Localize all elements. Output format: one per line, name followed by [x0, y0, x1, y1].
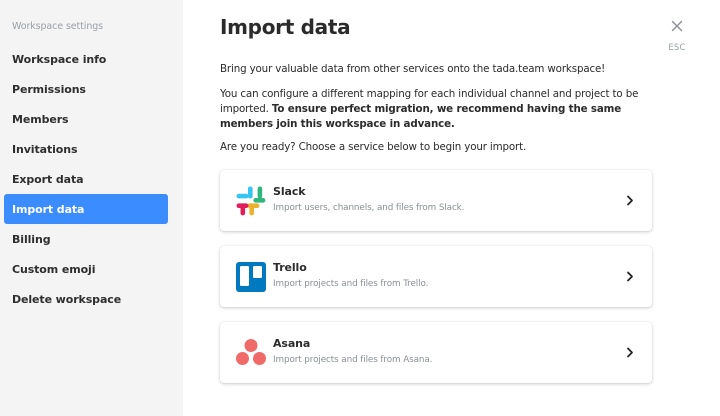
page-title: Import data — [220, 15, 351, 39]
trello-icon — [236, 262, 266, 292]
service-description: Import projects and files from Trello. — [273, 279, 429, 289]
sidebar-item-invitations[interactable]: Invitations — [4, 134, 168, 164]
import-service-asana[interactable]: Asana Import projects and files from Asa… — [220, 322, 652, 383]
service-name: Slack — [273, 185, 306, 198]
import-service-slack[interactable]: Slack Import users, channels, and files … — [220, 170, 652, 231]
sidebar-item-export-data[interactable]: Export data — [4, 164, 168, 194]
close-button[interactable]: ESC — [666, 14, 688, 58]
mapping-text: You can configure a different mapping fo… — [220, 87, 652, 132]
slack-icon — [236, 186, 266, 216]
sidebar-heading: Workspace settings — [12, 21, 104, 32]
chevron-right-icon — [627, 271, 633, 282]
sidebar-item-permissions[interactable]: Permissions — [4, 74, 168, 104]
chevron-right-icon — [627, 347, 633, 358]
sidebar-item-workspace-info[interactable]: Workspace info — [4, 44, 168, 74]
sidebar-item-custom-emoji[interactable]: Custom emoji — [4, 254, 168, 284]
esc-label: ESC — [668, 43, 686, 53]
import-service-trello[interactable]: Trello Import projects and files from Tr… — [220, 246, 652, 307]
intro-text: Bring your valuable data from other serv… — [220, 63, 606, 75]
service-description: Import users, channels, and files from S… — [273, 203, 465, 213]
settings-sidebar: Workspace settings Workspace info Permis… — [0, 0, 183, 416]
import-data-settings-page: Workspace settings Workspace info Permis… — [0, 0, 720, 416]
sidebar-item-members[interactable]: Members — [4, 104, 168, 134]
service-name: Asana — [273, 337, 311, 350]
settings-nav: Workspace info Permissions Members Invit… — [4, 44, 168, 314]
close-icon — [671, 20, 683, 32]
sidebar-item-billing[interactable]: Billing — [4, 224, 168, 254]
sidebar-item-import-data[interactable]: Import data — [4, 194, 168, 224]
sidebar-item-delete-workspace[interactable]: Delete workspace — [4, 284, 168, 314]
mapping-recommendation: To ensure perfect migration, we recommen… — [220, 103, 622, 130]
service-name: Trello — [273, 261, 307, 274]
asana-icon — [236, 339, 266, 365]
chevron-right-icon — [627, 195, 633, 206]
service-description: Import projects and files from Asana. — [273, 355, 433, 365]
ready-text: Are you ready? Choose a service below to… — [220, 141, 527, 153]
